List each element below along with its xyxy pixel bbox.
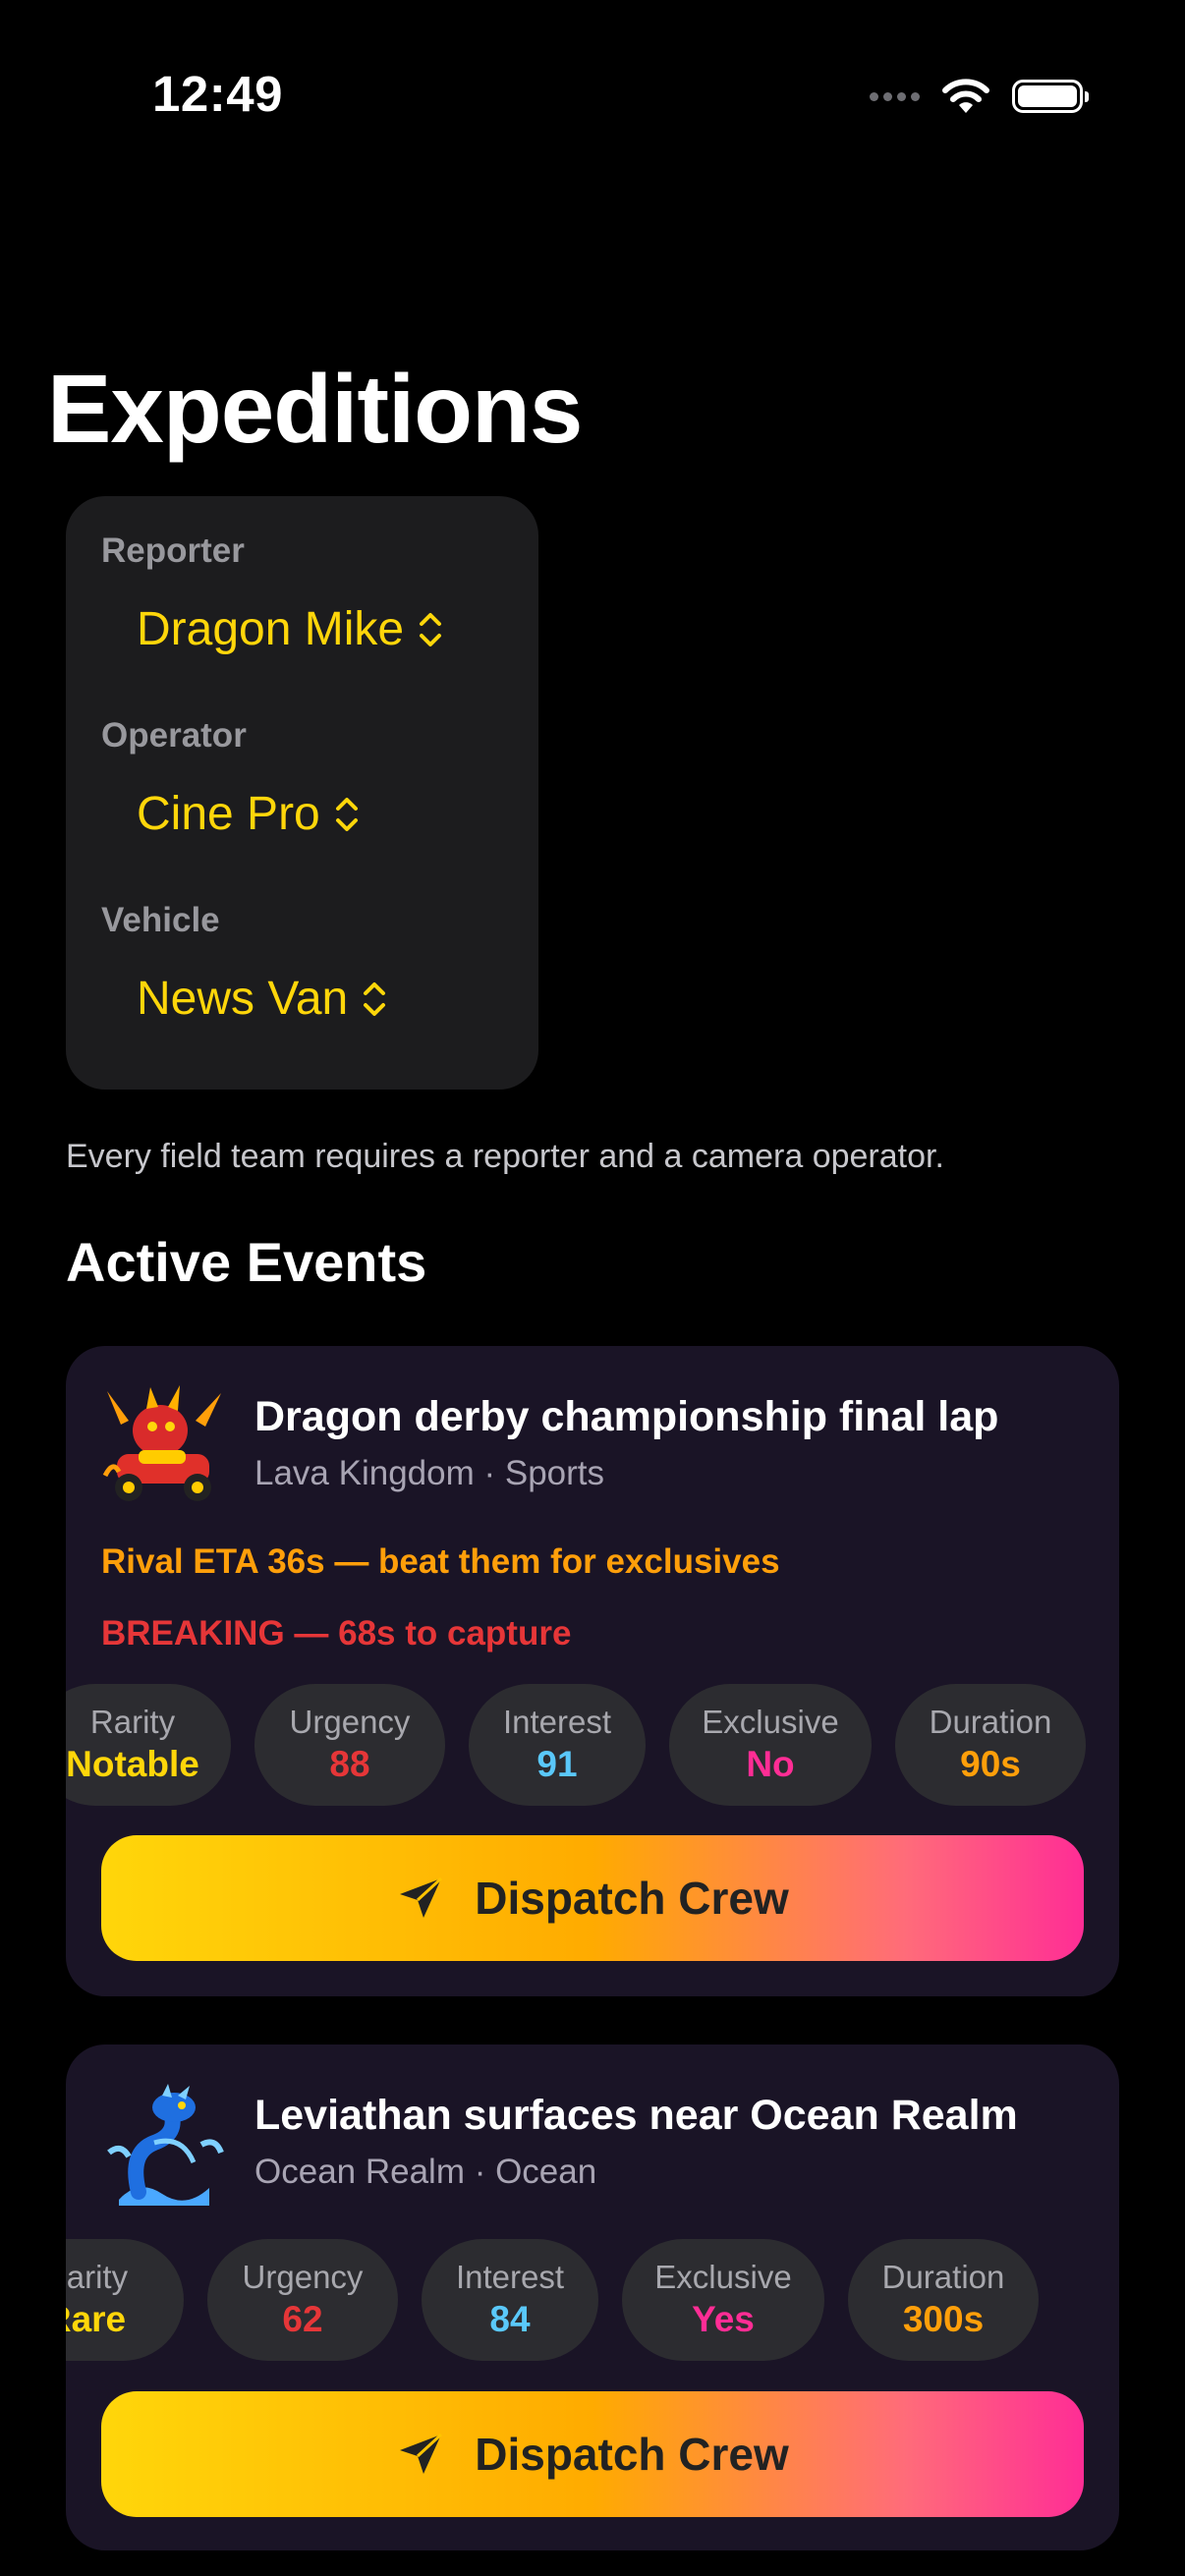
- stat-duration: Duration 300s: [848, 2239, 1039, 2361]
- dispatch-crew-label: Dispatch Crew: [475, 2429, 789, 2480]
- stats-row[interactable]: Rarity Rare Urgency 62 Interest 84 Exclu…: [66, 2239, 1039, 2361]
- operator-picker[interactable]: Cine Pro: [137, 787, 362, 841]
- dispatch-crew-button[interactable]: Dispatch Crew: [101, 1835, 1084, 1961]
- stat-exclusive: Exclusive Yes: [622, 2239, 824, 2361]
- event-title: Dragon derby championship final lap: [254, 1393, 999, 1440]
- vehicle-value: News Van: [137, 973, 349, 1025]
- vehicle-label: Vehicle: [101, 901, 220, 939]
- event-title: Leviathan surfaces near Ocean Realm: [254, 2092, 1018, 2139]
- stat-interest: Interest 91: [469, 1684, 646, 1806]
- reporter-label: Reporter: [101, 532, 245, 570]
- water-dragon-icon: [107, 2084, 224, 2206]
- stat-duration: Duration 90s: [895, 1684, 1086, 1806]
- battery-icon: [1012, 80, 1089, 113]
- reporter-value: Dragon Mike: [137, 603, 405, 655]
- page-title: Expeditions: [47, 355, 583, 463]
- dragon-kart-icon: [102, 1385, 221, 1501]
- chevron-up-down-icon: [335, 797, 358, 831]
- stat-interest: Interest 84: [422, 2239, 598, 2361]
- breaking-text: BREAKING — 68s to capture: [101, 1614, 572, 1652]
- dispatch-crew-label: Dispatch Crew: [475, 1873, 789, 1924]
- chevron-up-down-icon: [364, 981, 386, 1016]
- stat-rarity: Rarity Notable: [66, 1684, 231, 1806]
- reporter-picker[interactable]: Dragon Mike: [137, 602, 445, 656]
- rival-eta-text: Rival ETA 36s — beat them for exclusives: [101, 1542, 780, 1581]
- wifi-icon: [942, 79, 989, 113]
- stat-urgency: Urgency 62: [207, 2239, 398, 2361]
- stat-rarity: Rarity Rare: [66, 2239, 184, 2361]
- vehicle-picker[interactable]: News Van: [137, 972, 389, 1026]
- event-subtitle: Ocean Realm · Ocean: [254, 2153, 597, 2191]
- status-icons: [870, 71, 1089, 122]
- paper-plane-icon: [400, 1876, 443, 1918]
- event-card: Dragon derby championship final lap Lava…: [66, 1346, 1119, 1996]
- operator-value: Cine Pro: [137, 788, 320, 840]
- team-card: Reporter Dragon Mike Operator Cine Pro V…: [66, 496, 538, 1090]
- event-card: Leviathan surfaces near Ocean Realm Ocea…: [66, 2044, 1119, 2550]
- paper-plane-icon: [400, 2433, 443, 2474]
- helper-text: Every field team requires a reporter and…: [66, 1138, 944, 1175]
- dispatch-crew-button[interactable]: Dispatch Crew: [101, 2391, 1084, 2517]
- stat-urgency: Urgency 88: [254, 1684, 445, 1806]
- event-subtitle: Lava Kingdom · Sports: [254, 1454, 605, 1492]
- status-time: 12:49: [152, 66, 283, 122]
- stats-row[interactable]: Rarity Notable Urgency 88 Interest 91 Ex…: [66, 1684, 1086, 1806]
- section-title: Active Events: [66, 1231, 427, 1293]
- stat-exclusive: Exclusive No: [669, 1684, 872, 1806]
- cellular-signal-icon: [870, 91, 920, 101]
- chevron-up-down-icon: [420, 612, 442, 646]
- operator-label: Operator: [101, 716, 247, 755]
